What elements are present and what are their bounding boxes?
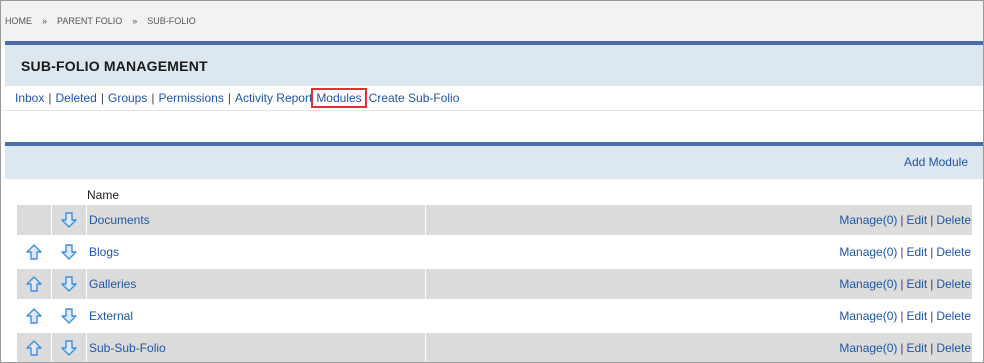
module-name-link[interactable]: Documents [89, 213, 150, 227]
nav-separator: | [48, 91, 52, 105]
action-separator: | [930, 341, 934, 355]
module-name-cell: Blogs [87, 237, 426, 267]
action-separator: | [930, 309, 934, 323]
module-name-link[interactable]: Galleries [89, 277, 136, 291]
arrow-up-icon[interactable] [25, 307, 43, 325]
module-row: Galleries Manage(0) | Edit | Delete [17, 269, 972, 299]
nav-separator: | [227, 91, 231, 105]
module-row: Sub-Sub-Folio Manage(0) | Edit | Delete [17, 333, 972, 362]
edit-link[interactable]: Edit [907, 341, 928, 355]
module-name-cell: Sub-Sub-Folio [87, 333, 426, 362]
manage-link[interactable]: Manage(0) [839, 277, 897, 291]
delete-link[interactable]: Delete [936, 341, 971, 355]
move-up-cell [17, 301, 52, 331]
nav-link-inbox[interactable]: Inbox [15, 91, 44, 105]
edit-link[interactable]: Edit [907, 213, 928, 227]
move-up-cell [17, 333, 52, 362]
delete-link[interactable]: Delete [936, 309, 971, 323]
edit-link[interactable]: Edit [907, 277, 928, 291]
edit-link[interactable]: Edit [907, 309, 928, 323]
module-actions: Manage(0) | Edit | Delete [426, 301, 972, 331]
module-row: Documents Manage(0) | Edit | Delete [17, 205, 972, 235]
move-up-cell [17, 205, 52, 235]
move-down-cell [52, 333, 87, 362]
module-row: Blogs Manage(0) | Edit | Delete [17, 237, 972, 267]
delete-link[interactable]: Delete [936, 245, 971, 259]
nav-link-deleted[interactable]: Deleted [55, 91, 96, 105]
nav-link-activity-report[interactable]: Activity Report [235, 91, 312, 105]
move-down-cell [52, 301, 87, 331]
arrow-down-icon[interactable] [60, 275, 78, 293]
action-separator: | [900, 309, 904, 323]
module-name-link[interactable]: Blogs [89, 245, 119, 259]
nav-link-create-sub-folio[interactable]: Create Sub-Folio [369, 91, 460, 105]
breadcrumb-sub-folio[interactable]: SUB-FOLIO [147, 16, 196, 26]
move-up-cell [17, 237, 52, 267]
module-row: External Manage(0) | Edit | Delete [17, 301, 972, 331]
page-title: SUB-FOLIO MANAGEMENT [21, 57, 208, 74]
breadcrumb-separator: » [132, 16, 138, 26]
module-actions: Manage(0) | Edit | Delete [426, 237, 972, 267]
nav-link-modules[interactable]: Modules [311, 88, 367, 108]
add-module-link[interactable]: Add Module [904, 155, 968, 169]
arrow-up-icon[interactable] [25, 275, 43, 293]
module-name-cell: External [87, 301, 426, 331]
nav-separator: | [100, 91, 104, 105]
arrow-down-icon[interactable] [60, 307, 78, 325]
delete-link[interactable]: Delete [936, 213, 971, 227]
arrow-down-icon[interactable] [60, 339, 78, 357]
breadcrumb-home[interactable]: HOME [5, 16, 32, 26]
column-header-name: Name [87, 188, 120, 202]
modules-panel-header: Add Module [5, 142, 983, 179]
action-separator: | [900, 245, 904, 259]
breadcrumb: HOME » PARENT FOLIO » SUB-FOLIO [1, 1, 983, 41]
manage-link[interactable]: Manage(0) [839, 341, 897, 355]
arrow-up-icon[interactable] [25, 243, 43, 261]
module-actions: Manage(0) | Edit | Delete [426, 269, 972, 299]
manage-link[interactable]: Manage(0) [839, 309, 897, 323]
module-name-cell: Galleries [87, 269, 426, 299]
module-actions: Manage(0) | Edit | Delete [426, 333, 972, 362]
window-frame: HOME » PARENT FOLIO » SUB-FOLIO SUB-FOLI… [0, 0, 984, 363]
manage-link[interactable]: Manage(0) [839, 245, 897, 259]
module-actions: Manage(0) | Edit | Delete [426, 205, 972, 235]
nav-separator: | [151, 91, 155, 105]
module-name-cell: Documents [87, 205, 426, 235]
nav-link-permissions[interactable]: Permissions [158, 91, 223, 105]
edit-link[interactable]: Edit [907, 245, 928, 259]
delete-link[interactable]: Delete [936, 277, 971, 291]
page-title-bar: SUB-FOLIO MANAGEMENT [5, 41, 983, 86]
move-down-cell [52, 205, 87, 235]
action-separator: | [930, 213, 934, 227]
module-name-link[interactable]: Sub-Sub-Folio [89, 341, 166, 355]
breadcrumb-separator: » [42, 16, 48, 26]
action-separator: | [930, 277, 934, 291]
arrow-down-icon[interactable] [60, 211, 78, 229]
nav-link-groups[interactable]: Groups [108, 91, 147, 105]
action-separator: | [930, 245, 934, 259]
action-separator: | [900, 213, 904, 227]
action-separator: | [900, 341, 904, 355]
move-down-cell [52, 269, 87, 299]
arrow-down-icon[interactable] [60, 243, 78, 261]
folio-nav: Inbox | Deleted | Groups | Permissions |… [5, 86, 983, 111]
manage-link[interactable]: Manage(0) [839, 213, 897, 227]
action-separator: | [900, 277, 904, 291]
breadcrumb-parent-folio[interactable]: PARENT FOLIO [57, 16, 122, 26]
module-name-link[interactable]: External [89, 309, 133, 323]
move-down-cell [52, 237, 87, 267]
arrow-up-icon[interactable] [25, 339, 43, 357]
move-up-cell [17, 269, 52, 299]
